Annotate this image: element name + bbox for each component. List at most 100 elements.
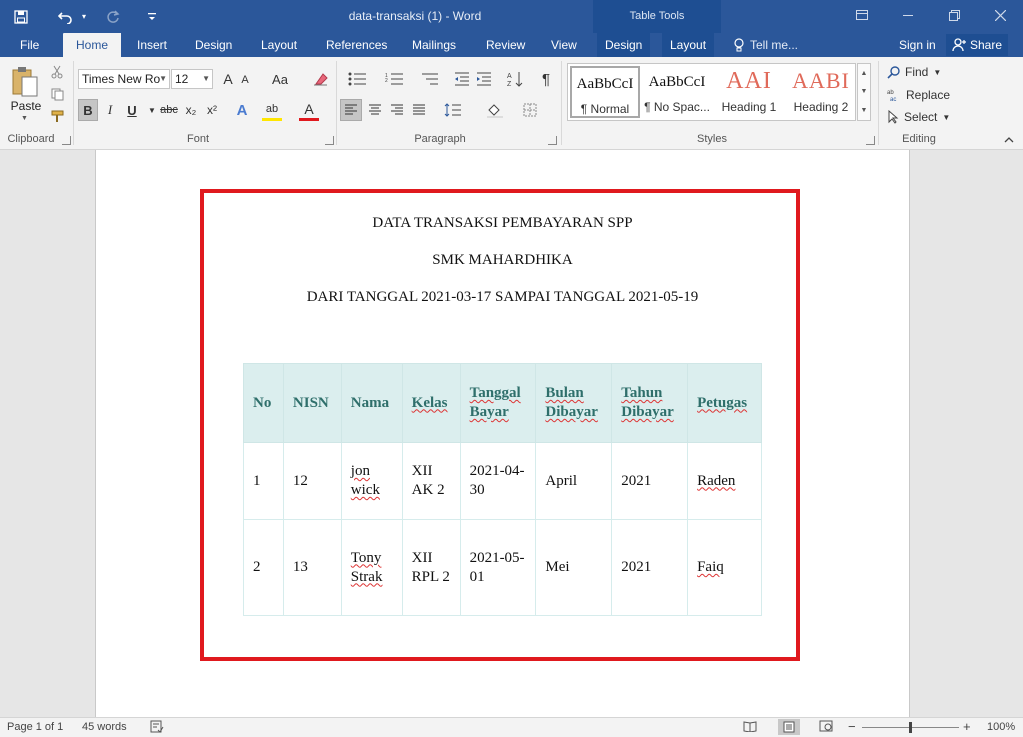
style-heading-2[interactable]: AABI Heading 2 [786, 66, 856, 118]
table-cell[interactable]: Tony Strak [340, 519, 403, 616]
tab-file[interactable]: File [12, 33, 47, 57]
borders-icon[interactable] [515, 99, 545, 121]
numbering-icon[interactable]: 12 [380, 69, 410, 89]
copy-icon[interactable] [48, 85, 66, 103]
tab-view[interactable]: View [543, 33, 585, 57]
table-cell[interactable]: 1 [243, 442, 284, 520]
maximize-icon[interactable] [931, 0, 977, 30]
proofing-icon[interactable] [150, 720, 164, 736]
superscript-button[interactable]: x² [202, 99, 222, 121]
zoom-out-icon[interactable]: − [848, 719, 856, 734]
table-cell[interactable]: 2021-05-01 [459, 519, 537, 616]
tab-design[interactable]: Design [187, 33, 240, 57]
print-layout-icon[interactable] [778, 719, 800, 735]
style-heading-1[interactable]: AAI Heading 1 [714, 66, 784, 118]
zoom-slider-thumb[interactable] [909, 722, 912, 733]
strikethrough-button[interactable]: abc [157, 99, 181, 121]
styles-launcher-icon[interactable] [866, 136, 875, 145]
collapse-ribbon-icon[interactable] [1002, 133, 1016, 147]
change-case-button[interactable]: Aa [269, 69, 291, 89]
find-button[interactable]: Find ▼ [887, 62, 941, 82]
shading-icon[interactable] [480, 99, 510, 121]
paragraph-launcher-icon[interactable] [548, 136, 557, 145]
replace-button[interactable]: ab ac Replace [887, 85, 950, 105]
text-highlight-button[interactable]: ab [262, 99, 282, 121]
font-launcher-icon[interactable] [325, 136, 334, 145]
text-effects-icon[interactable]: A [232, 99, 252, 121]
sort-icon[interactable]: AZ [505, 69, 525, 89]
font-color-button[interactable]: A [299, 99, 319, 121]
underline-button[interactable]: U [122, 99, 142, 121]
chevron-up-icon[interactable]: ▲ [861, 70, 868, 77]
style-normal[interactable]: AaBbCcI ¶ Normal [570, 66, 640, 118]
align-right-icon[interactable] [386, 99, 408, 121]
style-no-spacing[interactable]: AaBbCcI ¶ No Spac... [642, 66, 712, 118]
tell-me-box[interactable]: Tell me... [733, 33, 798, 57]
grow-font-button[interactable]: A [219, 69, 237, 89]
table-cell[interactable]: XII RPL 2 [401, 519, 461, 616]
table-cell[interactable]: Mei [535, 519, 613, 616]
multilevel-list-icon[interactable] [415, 69, 445, 89]
web-layout-icon[interactable] [819, 720, 833, 735]
cut-icon[interactable] [48, 63, 66, 81]
select-button[interactable]: Select ▼ [887, 107, 950, 127]
redo-icon[interactable] [98, 3, 128, 31]
table-cell[interactable]: Raden [687, 442, 762, 520]
tab-references[interactable]: References [318, 33, 395, 57]
table-cell[interactable]: April [535, 442, 613, 520]
share-button[interactable]: Share [946, 34, 1008, 56]
justify-icon[interactable] [408, 99, 430, 121]
tab-review[interactable]: Review [478, 33, 533, 57]
tab-home[interactable]: Home [63, 33, 121, 58]
format-painter-icon[interactable] [48, 107, 66, 125]
chevron-down-icon[interactable]: ▼ [861, 88, 868, 95]
zoom-in-icon[interactable]: + [963, 719, 971, 734]
align-left-icon[interactable] [340, 99, 362, 121]
word-count[interactable]: 45 words [82, 721, 127, 733]
line-spacing-icon[interactable] [438, 99, 468, 121]
shrink-font-button[interactable]: A [238, 71, 252, 89]
paste-icon[interactable] [10, 65, 40, 99]
sign-in-link[interactable]: Sign in [899, 33, 936, 57]
bold-button[interactable]: B [78, 99, 98, 121]
save-icon[interactable] [0, 3, 42, 31]
tab-table-design[interactable]: Design [597, 33, 651, 57]
clear-formatting-icon[interactable] [311, 69, 331, 89]
table-cell[interactable]: XII AK 2 [401, 442, 461, 520]
paste-button-label[interactable]: Paste [10, 99, 42, 113]
table-cell[interactable]: jon wick [340, 442, 403, 520]
subscript-button[interactable]: x₂ [181, 99, 201, 121]
table-cell[interactable]: 12 [282, 442, 342, 520]
font-size-combo[interactable]: 12 ▼ [171, 69, 213, 89]
read-mode-icon[interactable] [743, 720, 757, 735]
paste-dropdown-icon[interactable]: ▼ [21, 115, 28, 122]
pilcrow-icon[interactable]: ¶ [536, 69, 556, 89]
table-cell[interactable]: 2021 [611, 442, 689, 520]
italic-button[interactable]: I [100, 99, 120, 121]
close-icon[interactable] [977, 0, 1023, 30]
undo-dropdown-icon[interactable]: ▾ [78, 3, 90, 31]
customize-qat-icon[interactable] [140, 3, 164, 31]
table-cell[interactable]: 2021-04-30 [459, 442, 537, 520]
tab-table-layout[interactable]: Layout [662, 33, 715, 57]
increase-indent-icon[interactable] [474, 69, 494, 89]
table-cell[interactable]: Faiq [687, 519, 762, 616]
bullets-icon[interactable] [343, 69, 373, 89]
minimize-icon[interactable] [885, 0, 931, 30]
document-page[interactable]: DATA TRANSAKSI PEMBAYARAN SPP SMK MAHARD… [95, 150, 910, 717]
tab-insert[interactable]: Insert [129, 33, 175, 57]
table-cell[interactable]: 2021 [611, 519, 689, 616]
undo-icon[interactable] [54, 3, 78, 31]
ribbon-display-icon[interactable] [839, 0, 885, 30]
table-cell[interactable]: 13 [282, 519, 342, 616]
page-count[interactable]: Page 1 of 1 [7, 721, 63, 733]
tab-layout[interactable]: Layout [253, 33, 305, 57]
tab-mailings[interactable]: Mailings [404, 33, 464, 57]
decrease-indent-icon[interactable] [452, 69, 472, 89]
clipboard-launcher-icon[interactable] [62, 136, 71, 145]
font-name-combo[interactable]: Times New Ro ▼ [78, 69, 170, 89]
styles-gallery-scroll[interactable]: ▲ ▼ ▼ [857, 63, 871, 121]
zoom-level[interactable]: 100% [987, 721, 1015, 733]
align-center-icon[interactable] [364, 99, 386, 121]
table-cell[interactable]: 2 [243, 519, 284, 616]
